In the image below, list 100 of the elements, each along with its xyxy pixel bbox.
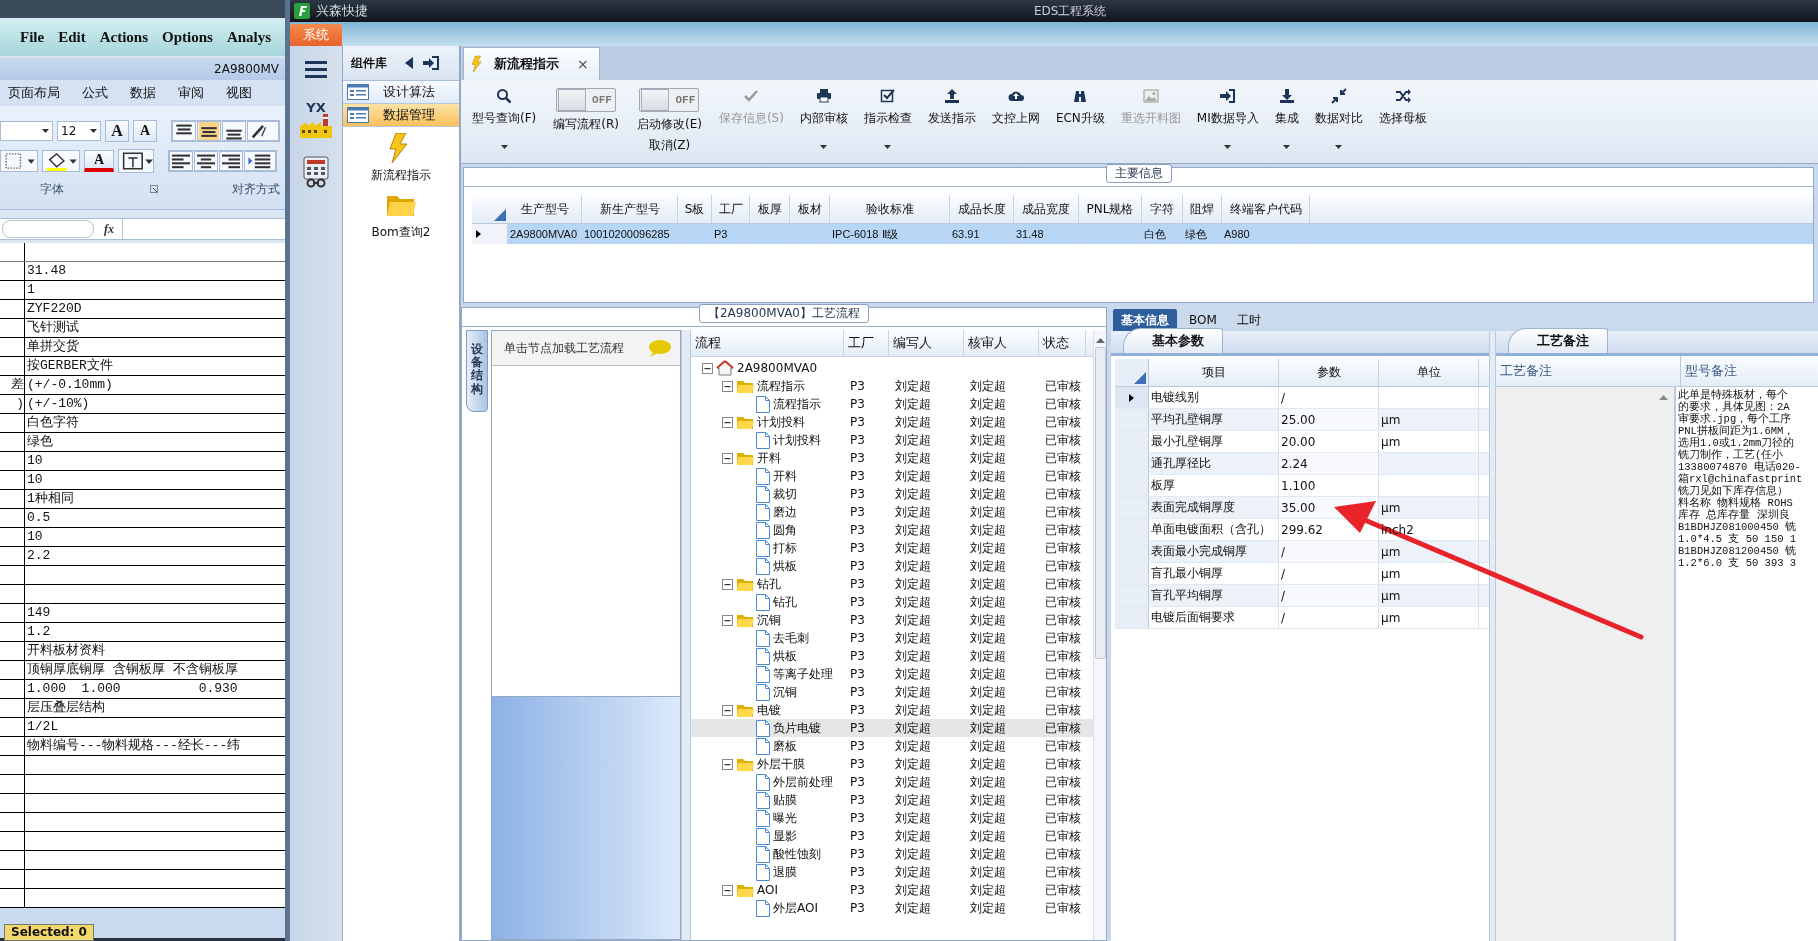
document-tab[interactable]: 新流程指示 × (463, 47, 600, 80)
tree-row[interactable]: 外层干膜 P3 刘定超 刘定超 已审核 (691, 755, 1093, 773)
tree-row[interactable]: 圆角 P3 刘定超 刘定超 已审核 (691, 521, 1093, 539)
tree-node-label[interactable]: 贴膜 (773, 791, 797, 809)
tree-row[interactable]: 退膜 P3 刘定超 刘定超 已审核 (691, 863, 1093, 881)
column-header[interactable]: 状态 (1039, 330, 1086, 356)
column-header[interactable]: 验收标准 (830, 195, 950, 223)
tree-row[interactable]: 负片电镀 P3 刘定超 刘定超 已审核 (691, 719, 1093, 737)
collapse-icon[interactable] (722, 614, 733, 626)
panel-tab[interactable]: 工艺备注 (1508, 328, 1608, 353)
toolbar-button[interactable]: ECN升级 (1048, 88, 1112, 152)
table-row[interactable]: 最小孔壁铜厚 20.00 μm (1115, 431, 1489, 453)
ribbon-tab[interactable]: 公式 (82, 84, 108, 102)
tree-row[interactable]: 裁切 P3 刘定超 刘定超 已审核 (691, 485, 1093, 503)
column-header[interactable]: 成品宽度 (1014, 195, 1079, 223)
panel-tab[interactable]: 基本参数 (1123, 328, 1223, 353)
tree-node-label[interactable]: 退膜 (773, 863, 797, 881)
tree-node-label[interactable]: 烘板 (773, 647, 797, 665)
column-header[interactable]: 终端客户代码 (1222, 195, 1310, 223)
library-tile[interactable]: 新流程指示 (343, 133, 459, 184)
tree-node-label[interactable]: 烘板 (773, 557, 797, 575)
tree-row[interactable]: 流程指示 P3 刘定超 刘定超 已审核 (691, 395, 1093, 413)
column-header[interactable]: 成品长度 (950, 195, 1014, 223)
collapse-icon[interactable] (722, 578, 733, 590)
fill-color-icon[interactable] (42, 150, 80, 172)
tree-row[interactable]: 烘板 P3 刘定超 刘定超 已审核 (691, 647, 1093, 665)
library-item[interactable]: 数据管理 (343, 104, 459, 127)
tree-row[interactable]: 钻孔 P3 刘定超 刘定超 已审核 (691, 575, 1093, 593)
factory-icon[interactable] (299, 114, 333, 138)
tree-row[interactable]: 去毛刺 P3 刘定超 刘定超 已审核 (691, 629, 1093, 647)
column-header[interactable]: 新生产型号 (582, 195, 678, 223)
font-name-field[interactable] (0, 121, 53, 141)
scroll-up-icon[interactable] (1659, 395, 1668, 400)
collapse-icon[interactable] (722, 416, 733, 428)
tree-row[interactable]: 等离子处理 P3 刘定超 刘定超 已审核 (691, 665, 1093, 683)
tree-row[interactable]: 2A9800MVA0 (691, 359, 1093, 377)
tree-row[interactable]: 磨边 P3 刘定超 刘定超 已审核 (691, 503, 1093, 521)
tree-row[interactable]: 流程指示 P3 刘定超 刘定超 已审核 (691, 377, 1093, 395)
table-row[interactable]: 平均孔壁铜厚 25.00 μm (1115, 409, 1489, 431)
column-header[interactable]: 板材 (790, 195, 830, 223)
toggle-switch[interactable]: OFF (556, 88, 617, 112)
tree-node-label[interactable]: 显影 (773, 827, 797, 845)
ribbon-tab[interactable]: 页面布局 (8, 84, 60, 102)
tree-row[interactable]: 计划投料 P3 刘定超 刘定超 已审核 (691, 431, 1093, 449)
menu-icon[interactable] (305, 60, 327, 78)
tree-row[interactable]: 开料 P3 刘定超 刘定超 已审核 (691, 449, 1093, 467)
table-row[interactable]: 电镀线别 / (1115, 387, 1489, 409)
tree-row[interactable]: 钻孔 P3 刘定超 刘定超 已审核 (691, 593, 1093, 611)
collapse-icon[interactable] (702, 362, 713, 374)
library-tile[interactable]: Bom查询2 (343, 190, 459, 241)
library-item[interactable]: 设计算法 (343, 81, 459, 104)
menu-item[interactable]: Actions (99, 28, 148, 46)
cancel-button[interactable]: 取消(Z) (648, 137, 691, 154)
dialog-launcher-icon[interactable] (150, 185, 158, 193)
tree-node-label[interactable]: 计划投料 (757, 413, 805, 431)
column-header[interactable]: 核审人 (964, 330, 1039, 356)
toolbar-button[interactable]: MI数据导入 (1189, 88, 1266, 152)
table-row[interactable]: 表面最小完成铜厚 / μm (1115, 541, 1489, 563)
align-right-icon[interactable] (219, 151, 243, 171)
tree-row[interactable]: 外层前处理 P3 刘定超 刘定超 已审核 (691, 773, 1093, 791)
tree-node-label[interactable]: 开料 (773, 467, 797, 485)
column-header[interactable]: 型号备注 (1681, 356, 1737, 386)
tree-node-label[interactable]: 流程指示 (773, 395, 821, 413)
tree-row[interactable]: 磨板 P3 刘定超 刘定超 已审核 (691, 737, 1093, 755)
tab[interactable]: 工时 (1228, 309, 1269, 331)
table-row[interactable]: 盲孔平均铜厚 / μm (1115, 585, 1489, 607)
scrollbar[interactable] (1093, 330, 1106, 940)
grow-font-button[interactable]: A (105, 120, 129, 142)
top-align-icon[interactable] (172, 121, 196, 141)
collapse-left-icon[interactable] (405, 57, 413, 69)
column-header[interactable]: 字符 (1142, 195, 1183, 223)
menu-item[interactable]: Options (162, 28, 213, 46)
toolbar-button[interactable]: 内部审核 (792, 88, 855, 152)
tree-node-label[interactable]: 沉铜 (757, 611, 781, 629)
tree-node-label[interactable]: 圆角 (773, 521, 797, 539)
tree-row[interactable]: 沉铜 P3 刘定超 刘定超 已审核 (691, 683, 1093, 701)
tree-node-label[interactable]: 电镀 (757, 701, 781, 719)
collapse-icon[interactable] (722, 758, 733, 770)
ribbon-tab[interactable]: 视图 (226, 84, 252, 102)
collapse-icon[interactable] (722, 884, 733, 896)
column-header[interactable]: 单位 (1379, 359, 1479, 386)
column-header[interactable]: 阻焊 (1183, 195, 1222, 223)
tree-node-label[interactable]: 外层前处理 (773, 773, 833, 791)
tree-row[interactable]: 曝光 P3 刘定超 刘定超 已审核 (691, 809, 1093, 827)
column-header[interactable]: 项目 (1149, 359, 1279, 386)
tree-row[interactable]: 沉铜 P3 刘定超 刘定超 已审核 (691, 611, 1093, 629)
toolbar-button[interactable]: 指示检查 (856, 88, 919, 152)
column-header[interactable]: 生产型号 (508, 195, 582, 223)
align-center-icon[interactable] (194, 151, 218, 171)
tree-node-label[interactable]: 裁切 (773, 485, 797, 503)
collapse-icon[interactable] (722, 452, 733, 464)
sign-in-icon[interactable] (423, 56, 439, 70)
splitter-handle[interactable] (1489, 331, 1496, 941)
toolbar-button[interactable]: 发送指示 (920, 88, 983, 152)
tree-node-label[interactable]: 磨边 (773, 503, 797, 521)
row-header[interactable] (1115, 387, 1149, 408)
column-header[interactable]: 编写人 (889, 330, 964, 356)
table-row[interactable]: 盲孔最小铜厚 / μm (1115, 563, 1489, 585)
font-size-field[interactable]: 12 (57, 121, 101, 141)
toolbar-button[interactable]: 选择母板 (1371, 88, 1434, 152)
